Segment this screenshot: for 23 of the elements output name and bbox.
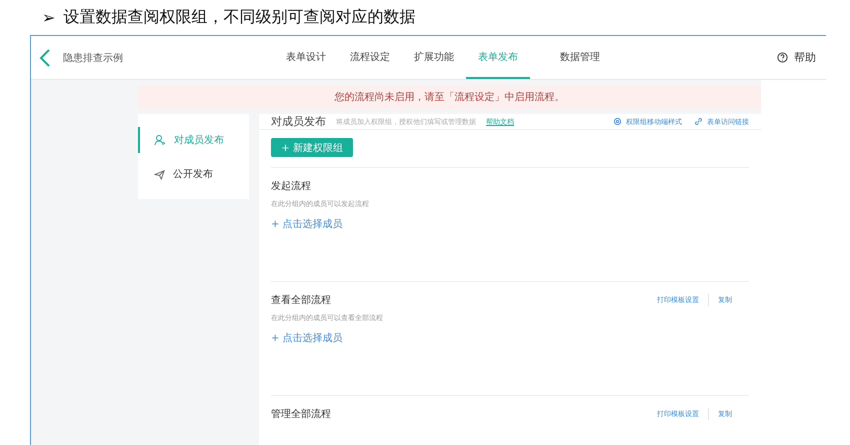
select-members-link[interactable]: + 点击选择成员 [271,331,749,345]
heading-text: 设置数据查阅权限组，不同级别可查阅对应的数据 [63,7,416,28]
group-title: 管理全部流程 [271,408,331,421]
send-icon [154,168,165,180]
help-link[interactable]: 帮助 [777,50,816,65]
app-name: 隐患排查示例 [63,52,123,64]
new-group-button[interactable]: + 新建权限组 [271,138,353,157]
sidebar-item[interactable]: 对成员发布 [138,127,249,153]
nav-tab[interactable]: 数据管理 [548,36,612,79]
warning-banner: 您的流程尚未启用，请至「流程设定」中启用流程。 [138,85,761,109]
group-title: 发起流程 [271,180,311,193]
user-icon [154,134,166,146]
back-icon[interactable] [39,48,51,68]
nav-tab[interactable]: 表单设计 [274,36,338,79]
help-icon [777,52,788,63]
link-icon [694,117,703,126]
sidebar-item[interactable]: 公开发布 [138,161,249,187]
bullet-arrow: ➢ [42,8,56,27]
group-title: 查看全部流程 [271,294,331,307]
nav-tab[interactable]: 流程设定 [338,36,402,79]
nav-tab[interactable]: 扩展功能 [402,36,466,79]
select-members-link[interactable]: + 点击选择成员 [271,217,749,231]
panel-title: 对成员发布 [271,114,326,129]
